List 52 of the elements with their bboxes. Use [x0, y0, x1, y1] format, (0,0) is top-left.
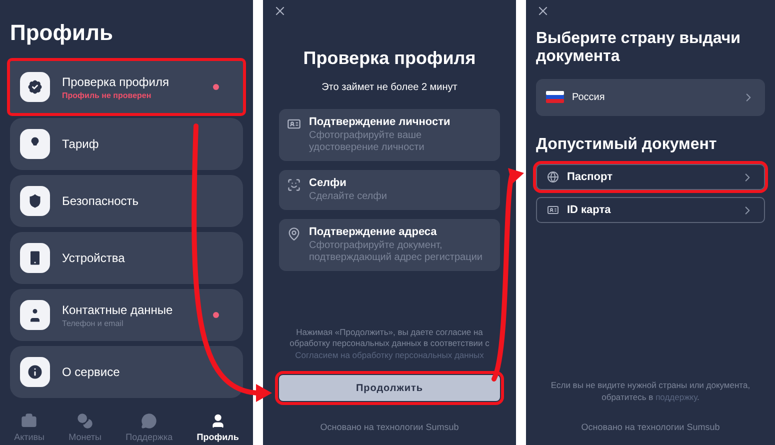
menu-item-subtitle: Профиль не проверен	[62, 90, 152, 100]
screen-subtitle: Это займет не более 2 минут	[322, 82, 458, 93]
footer-text: Основано на технологии Sumsub	[320, 422, 459, 432]
screen-title: Профиль	[9, 19, 114, 47]
shield-icon	[20, 186, 50, 216]
menu-item[interactable]: Безопасность	[10, 175, 243, 228]
menu-item-label: Тариф	[62, 137, 100, 152]
help-text: Если вы не видите нужной страны или документа, обратитесь в поддержку.	[550, 380, 752, 403]
menu-item-label: Устройства	[62, 251, 126, 266]
lightbulb-icon	[20, 129, 50, 160]
step-description: Сфотографируйте документ, подтверждающий адрес регистрации	[309, 240, 484, 264]
menu-item[interactable]: Устройства	[10, 232, 243, 284]
menu-item[interactable]: Проверка профиля Профиль не проверен	[10, 61, 243, 114]
menu-item-label: Безопасность	[62, 194, 140, 208]
info-icon	[20, 357, 50, 388]
menu-item[interactable]: Контактные данные Телефон и email	[10, 289, 243, 342]
consent-text: Нажимая «Продолжить», вы даете согласие на обработку персональных данных в соответствии с Согласием на обработку персональных данных	[288, 326, 490, 361]
menu-item-label: Проверка профиля	[62, 74, 170, 89]
step-description: Сделайте селфи	[309, 191, 388, 203]
close-icon[interactable]	[273, 4, 287, 18]
screen-title: Выберите страну выдачи документа	[535, 29, 742, 68]
briefcase-icon	[21, 413, 38, 429]
flag-icon	[546, 91, 564, 104]
user-icon	[210, 413, 226, 429]
menu-item-label: О сервисе	[62, 365, 121, 380]
step-title: Подтверждение адреса	[309, 226, 438, 238]
face-scan-icon	[287, 178, 301, 192]
menu-item[interactable]: О сервисе	[10, 346, 243, 398]
screen-title: Проверка профиля	[303, 48, 476, 68]
chat-icon	[141, 413, 158, 429]
continue-button[interactable]: Продолжить	[279, 375, 500, 401]
badge-check-icon	[20, 72, 50, 102]
coins-icon	[77, 413, 94, 429]
id-card-icon	[547, 204, 559, 216]
step-title: Селфи	[309, 177, 348, 189]
country-selector[interactable]: Россия	[536, 78, 765, 116]
nav-tab[interactable]: Профиль	[196, 413, 239, 442]
phone-icon	[20, 243, 50, 274]
menu-item-subtitle: Телефон и email	[62, 318, 124, 328]
step-title: Подтверждение личности	[309, 116, 452, 128]
id-card-icon	[287, 117, 301, 131]
document-option[interactable]: ID карта	[536, 197, 765, 224]
document-option[interactable]: Паспорт	[536, 164, 765, 190]
globe-icon	[547, 171, 559, 184]
user-icon	[20, 300, 50, 330]
footer-text: Основано на технологии Sumsub	[581, 422, 720, 432]
menu-item-label: Контактные данные	[62, 302, 174, 317]
map-pin-icon	[287, 227, 301, 241]
step-description: Сфотографируйте ваше удостоверение личности	[309, 130, 426, 154]
close-icon[interactable]	[536, 4, 550, 18]
menu-item[interactable]: Тариф	[10, 118, 243, 170]
section-heading: Допустимый документ	[535, 134, 718, 155]
